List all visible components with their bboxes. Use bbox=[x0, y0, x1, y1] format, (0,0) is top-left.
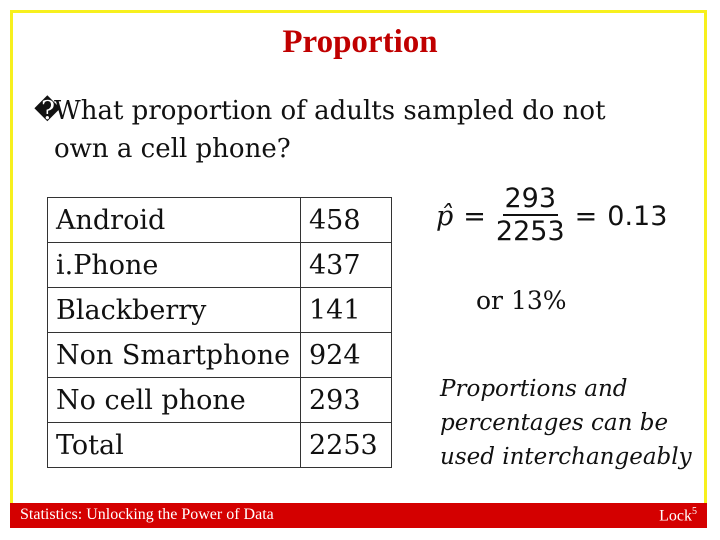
bullet-icon: � bbox=[34, 96, 61, 126]
footer-title: Statistics: Unlocking the Power of Data bbox=[20, 506, 274, 523]
table-row: Blackberry 141 bbox=[47, 287, 392, 333]
footer-bar: Statistics: Unlocking the Power of Data … bbox=[10, 503, 707, 528]
table-row: Non Smartphone 924 bbox=[47, 332, 392, 378]
equals-sign: = bbox=[463, 200, 486, 232]
p-hat: p̂ bbox=[436, 200, 454, 232]
author-name: Lock bbox=[659, 507, 692, 525]
row-label: No cell phone bbox=[47, 377, 301, 423]
row-label: Non Smartphone bbox=[47, 332, 301, 378]
numerator: 293 bbox=[502, 183, 559, 216]
row-value: 2253 bbox=[300, 422, 392, 468]
table-row: i.Phone 437 bbox=[47, 242, 392, 288]
row-value: 141 bbox=[300, 287, 392, 333]
fraction: 293 2253 bbox=[496, 184, 565, 248]
row-label: Total bbox=[47, 422, 301, 468]
row-value: 293 bbox=[300, 377, 392, 423]
row-value: 437 bbox=[300, 242, 392, 288]
result: 0.13 bbox=[607, 200, 668, 232]
question-line-1: What proportion of adults sampled do not bbox=[54, 96, 606, 126]
row-label: i.Phone bbox=[47, 242, 301, 288]
percent-text: or 13% bbox=[476, 286, 567, 315]
row-label: Android bbox=[47, 197, 301, 243]
table-row: No cell phone 293 bbox=[47, 377, 392, 423]
data-table: Android 458 i.Phone 437 Blackberry 141 Non … bbox=[47, 197, 392, 468]
row-value: 458 bbox=[300, 197, 392, 243]
note-text: Proportions and percentages can be used … bbox=[440, 376, 692, 470]
denominator: 2253 bbox=[495, 216, 565, 247]
table-row: Total 2253 bbox=[47, 422, 392, 468]
question-line-2: own a cell phone? bbox=[54, 134, 291, 164]
question-text: �What proportion of adults sampled do no… bbox=[34, 92, 674, 168]
author-sup: 5 bbox=[692, 506, 697, 517]
row-value: 924 bbox=[300, 332, 392, 378]
row-label: Blackberry bbox=[47, 287, 301, 333]
slide-title: Proportion bbox=[282, 24, 438, 60]
equals-sign: = bbox=[574, 200, 598, 232]
footer-author: Lock5 bbox=[659, 506, 697, 525]
proportion-formula: p̂ = 293 2253 = 0.13 bbox=[436, 184, 667, 248]
table-row: Android 458 bbox=[47, 197, 392, 243]
